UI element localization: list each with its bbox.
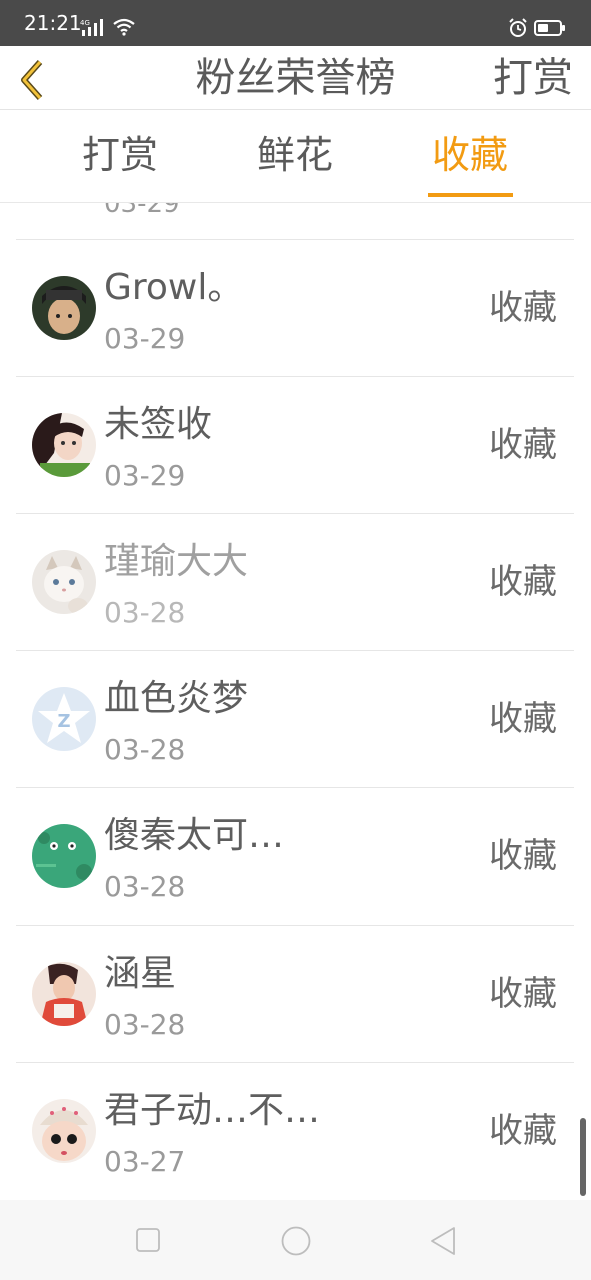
alarm-icon [508, 18, 528, 42]
fan-name: 涵星 [104, 953, 177, 994]
avatar[interactable]: Z [32, 687, 96, 751]
avatar[interactable] [32, 276, 96, 340]
tab-flowers[interactable]: 鲜花 [225, 131, 365, 179]
fan-date: 03-29 [104, 459, 186, 492]
status-time: 21:21 [24, 11, 82, 35]
partial-row-date: 03-29 [104, 203, 180, 219]
fan-action: 收藏 [489, 562, 557, 602]
wifi-icon [112, 18, 136, 40]
fan-name: 傻秦太可… [104, 815, 285, 856]
home-icon[interactable] [281, 1226, 311, 1260]
reward-button[interactable]: 打赏 [493, 54, 573, 102]
fan-name: 瑾瑜大大 [104, 541, 249, 582]
fan-name: Growl。 [104, 267, 244, 308]
fan-action: 收藏 [489, 699, 557, 739]
fan-date: 03-27 [104, 1145, 186, 1178]
avatar[interactable] [32, 962, 96, 1026]
avatar[interactable] [32, 824, 96, 888]
fan-date: 03-28 [104, 733, 186, 766]
avatar[interactable] [32, 550, 96, 614]
status-bar: 21:21 4G [0, 0, 591, 46]
fan-name: 未签收 [104, 404, 213, 445]
list-item[interactable]: Growl。 03-29 收藏 [0, 240, 591, 377]
fan-action: 收藏 [489, 836, 557, 876]
list-item[interactable]: 傻秦太可… 03-28 收藏 [0, 788, 591, 925]
avatar[interactable] [32, 1099, 96, 1163]
system-nav-bar [0, 1200, 591, 1280]
tab-bar: 打赏 鲜花 收藏 [0, 111, 591, 203]
battery-icon [534, 20, 566, 40]
list-item[interactable]: Z 血色炎梦 03-28 收藏 [0, 651, 591, 788]
tab-favorites[interactable]: 收藏 [400, 131, 540, 179]
fan-name: 血色炎梦 [104, 678, 249, 719]
fan-action: 收藏 [489, 288, 557, 328]
list-item[interactable]: 君子动…不… 03-27 收藏 [0, 1063, 591, 1200]
fan-date: 03-29 [104, 322, 186, 355]
fan-date: 03-28 [104, 870, 186, 903]
fan-date: 03-28 [104, 596, 186, 629]
svg-text:Z: Z [57, 711, 70, 732]
active-tab-indicator [428, 193, 513, 197]
fan-date: 03-28 [104, 1008, 186, 1041]
list-item[interactable]: 涵星 03-28 收藏 [0, 926, 591, 1063]
fan-action: 收藏 [489, 974, 557, 1014]
scrollbar[interactable] [580, 1118, 586, 1196]
fan-action: 收藏 [489, 425, 557, 465]
network-label: 4G [80, 19, 90, 27]
fan-list[interactable]: 03-29 Growl。 03-29 收藏 未签收 03-29 收藏 瑾瑜大大 … [0, 203, 591, 1200]
fan-action: 收藏 [489, 1111, 557, 1151]
signal-icon: 4G [80, 18, 106, 40]
list-item[interactable]: 瑾瑜大大 03-28 收藏 [0, 514, 591, 651]
list-item[interactable]: 未签收 03-29 收藏 [0, 377, 591, 514]
back-icon[interactable] [430, 1226, 456, 1260]
header-bar: 粉丝荣誉榜 打赏 [0, 46, 591, 110]
tab-reward[interactable]: 打赏 [50, 131, 190, 179]
recent-apps-icon[interactable] [136, 1228, 160, 1256]
fan-name: 君子动…不… [104, 1090, 321, 1131]
avatar[interactable] [32, 413, 96, 477]
